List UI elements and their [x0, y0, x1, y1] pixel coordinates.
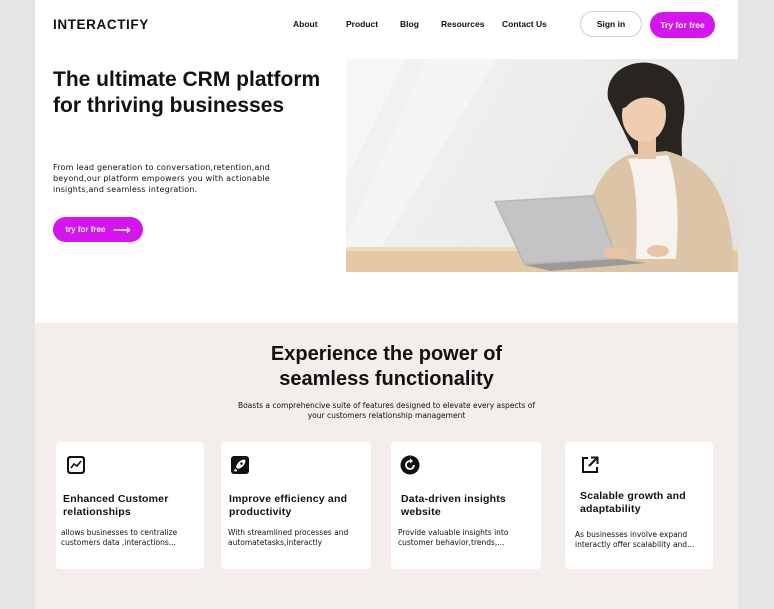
external-link-icon: [580, 455, 600, 475]
nav-link-resources[interactable]: Resources: [441, 19, 484, 29]
features-title-text: Experience the power of seamless functio…: [270, 343, 503, 390]
feature-card[interactable]: Data-driven insights website Provide val…: [391, 442, 541, 569]
nav-link-contact-us[interactable]: Contact Us: [502, 19, 547, 29]
rocket-icon: [230, 455, 250, 475]
feature-card-title: Data-driven insights website: [401, 493, 506, 518]
feature-card[interactable]: Enhanced Customer relationships allows b…: [56, 442, 204, 569]
try-for-free-button[interactable]: Try for free: [650, 12, 715, 38]
nav-link-product[interactable]: Product: [346, 19, 378, 29]
feature-card-text: Provide valuable insights into customer …: [398, 528, 509, 547]
feature-card-title: Scalable growth and adaptability: [580, 490, 686, 515]
sign-in-button[interactable]: Sign in: [580, 11, 642, 37]
feature-card-text: allows businesses to centralize customer…: [61, 528, 178, 547]
nav-link-blog[interactable]: Blog: [400, 19, 419, 29]
feature-card-title: Improve efficiency and productivity: [229, 493, 348, 518]
arrow-right-icon: ⟶: [113, 222, 131, 237]
hero-description: From lead generation to conversation,ret…: [53, 163, 270, 194]
features-section: Experience the power of seamless functio…: [35, 323, 738, 609]
features-subtitle: Boasts a comprehencive suite of features…: [237, 401, 536, 420]
feature-card-text: With streamlined processes and automatet…: [228, 528, 349, 547]
nav-link-about[interactable]: About: [293, 19, 318, 29]
hero-try-for-free-button[interactable]: try for free ⟶: [53, 217, 143, 242]
feature-card-text: As businesses involve expand interactly …: [575, 530, 695, 549]
trend-chart-icon: [66, 455, 86, 475]
feature-card[interactable]: Improve efficiency and productivity With…: [221, 442, 371, 569]
features-title: Experience the power of seamless functio…: [35, 342, 738, 392]
hero-title: The ultimate CRM platform for thriving b…: [53, 68, 321, 117]
feature-card[interactable]: Scalable growth and adaptability As busi…: [565, 442, 713, 569]
hero-cta-label: try for free: [65, 225, 106, 234]
brand-logo[interactable]: INTERACTIFY: [53, 17, 149, 32]
landing-page: INTERACTIFY About Product Blog Resources…: [35, 0, 738, 609]
woman-with-laptop-photo: [346, 59, 738, 272]
feature-card-title: Enhanced Customer relationships: [63, 493, 169, 518]
refresh-circle-icon: [400, 455, 420, 475]
